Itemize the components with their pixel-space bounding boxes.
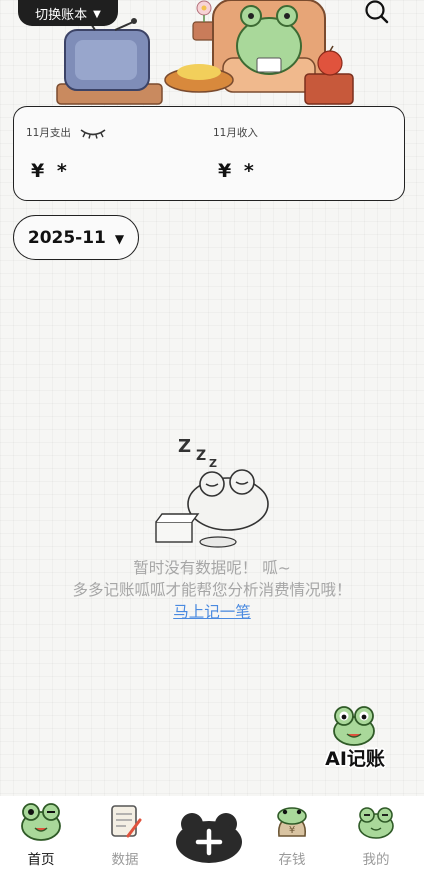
notebook-icon xyxy=(111,805,142,838)
svg-text:Z: Z xyxy=(209,457,217,470)
month-selector[interactable]: 2025-11 ▼ xyxy=(13,215,139,260)
record-now-link[interactable]: 马上记一笔 xyxy=(0,600,424,622)
income-value: ¥ * xyxy=(218,160,257,182)
tab-mine-label: 我的 xyxy=(362,852,390,868)
frog-money-bag-icon: ¥ xyxy=(277,807,307,837)
tab-save-money[interactable]: ¥ 存钱 xyxy=(257,796,327,869)
ai-bookkeeping-button[interactable]: AI记账 xyxy=(314,704,396,774)
frog-home-icon xyxy=(21,803,61,841)
header: 切换账本 ▼ xyxy=(0,0,424,106)
svg-text:Z: Z xyxy=(196,448,206,464)
empty-state-description: 多多记账呱呱才能帮您分析消费情况哦！ xyxy=(72,581,352,599)
expense-stat: 11月支出 ¥ * xyxy=(26,107,206,200)
tab-data-label: 数据 xyxy=(111,852,139,868)
tab-save-label: 存钱 xyxy=(278,852,306,868)
income-stat: 11月收入 ¥ * xyxy=(213,107,393,200)
add-record-button[interactable] xyxy=(175,812,243,864)
switch-book-button[interactable]: 切换账本 ▼ xyxy=(18,0,118,26)
switch-book-label: 切换账本 xyxy=(35,7,88,23)
closed-eye-icon[interactable] xyxy=(79,127,107,139)
expense-value: ¥ * xyxy=(31,160,70,182)
ai-bookkeeping-label: AI记账 xyxy=(325,748,385,770)
tab-data[interactable]: 数据 xyxy=(90,796,160,869)
tab-mine[interactable]: 我的 xyxy=(341,796,411,869)
expense-label: 11月支出 xyxy=(26,127,71,139)
month-value: 2025-11 xyxy=(27,227,106,248)
frog-icon xyxy=(333,706,375,746)
svg-text:Z: Z xyxy=(178,436,191,457)
sleeping-frog-icon: Z Z Z xyxy=(155,436,269,548)
tab-home[interactable]: 首页 xyxy=(6,796,76,869)
income-label: 11月收入 xyxy=(213,127,258,139)
dropdown-triangle-icon: ▼ xyxy=(93,8,101,20)
monthly-summary-card: 11月支出 ¥ * 11月收入 ¥ * xyxy=(13,106,405,201)
tab-home-label: 首页 xyxy=(27,852,55,868)
dropdown-triangle-icon: ▼ xyxy=(114,231,125,246)
search-icon[interactable] xyxy=(362,0,392,26)
svg-text:¥: ¥ xyxy=(289,825,295,836)
empty-state-title: 暂时没有数据呢！ 呱~ xyxy=(133,559,291,577)
frog-face-icon xyxy=(358,807,394,839)
